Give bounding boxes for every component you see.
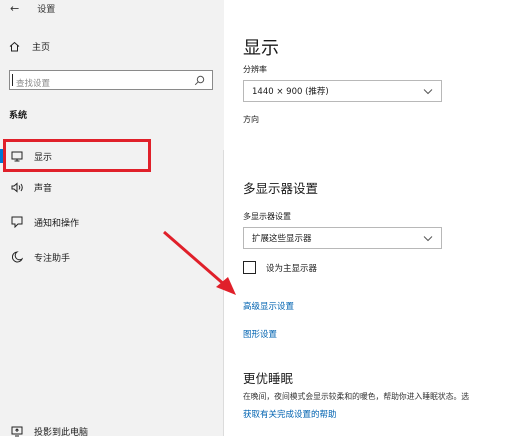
notification-icon xyxy=(10,215,24,229)
speaker-icon xyxy=(10,180,24,194)
sidebar-item-label: 主页 xyxy=(32,43,51,53)
sidebar-item-label: 声音 xyxy=(34,183,53,194)
sidebar-item-label: 通知和操作 xyxy=(34,218,80,229)
moon-icon xyxy=(10,250,24,264)
chevron-down-icon xyxy=(423,236,433,242)
home-icon xyxy=(9,41,20,52)
monitor-icon xyxy=(10,149,24,163)
sidebar-item-project[interactable]: 投影到此电脑 xyxy=(0,419,224,443)
chevron-down-icon xyxy=(423,89,433,95)
resolution-dropdown[interactable]: 1440 × 900 (推荐) xyxy=(243,80,442,102)
app-title: 设置 xyxy=(37,4,56,15)
multi-display-dropdown[interactable]: 扩展这些显示器 xyxy=(243,227,442,249)
sidebar-item-label: 显示 xyxy=(34,152,53,163)
search-icon[interactable] xyxy=(194,75,205,86)
sidebar-item-sound[interactable]: 声音 xyxy=(0,175,224,199)
advanced-display-settings-link[interactable]: 高级显示设置 xyxy=(243,300,294,312)
back-row[interactable]: ← 设置 xyxy=(10,0,55,16)
main-display-checkbox-row[interactable]: 设为主显示器 xyxy=(243,261,317,274)
sleep-section-title: 更优睡眠 xyxy=(243,371,294,386)
resolution-value: 1440 × 900 (推荐) xyxy=(252,87,329,97)
resolution-label: 分辨率 xyxy=(243,65,267,74)
text-caret xyxy=(12,74,13,86)
orientation-label: 方向 xyxy=(243,115,259,124)
search-input[interactable] xyxy=(10,75,186,93)
sleep-description: 在晚间，夜间模式会显示较柔和的暖色，帮助你进入睡眠状态。选 xyxy=(243,392,470,401)
sidebar-item-label: 专注助手 xyxy=(34,253,71,264)
back-arrow-icon[interactable]: ← xyxy=(10,2,19,15)
graphics-settings-link[interactable]: 图形设置 xyxy=(243,328,277,340)
sleep-help-link[interactable]: 获取有关完成设置的帮助 xyxy=(243,408,337,420)
main-pane: 显示 分辨率 1440 × 900 (推荐) 方向 多显示器设置 多显示器设置 … xyxy=(224,0,529,436)
sidebar: ← 设置 主页 系统 显示 声音 通知和操作 xyxy=(0,0,224,438)
main-display-checkbox[interactable] xyxy=(243,261,256,274)
annotation-arrow-icon xyxy=(163,230,236,295)
checkbox-label: 设为主显示器 xyxy=(266,263,318,274)
multi-display-value: 扩展这些显示器 xyxy=(252,234,312,244)
sidebar-item-display[interactable]: 显示 xyxy=(0,144,224,168)
sidebar-item-home[interactable]: 主页 xyxy=(9,40,50,53)
search-box[interactable] xyxy=(9,70,213,93)
section-title: 系统 xyxy=(9,111,28,121)
multi-display-title: 多显示器设置 xyxy=(243,181,319,196)
page-title: 显示 xyxy=(243,38,279,59)
multi-display-label: 多显示器设置 xyxy=(243,212,291,221)
